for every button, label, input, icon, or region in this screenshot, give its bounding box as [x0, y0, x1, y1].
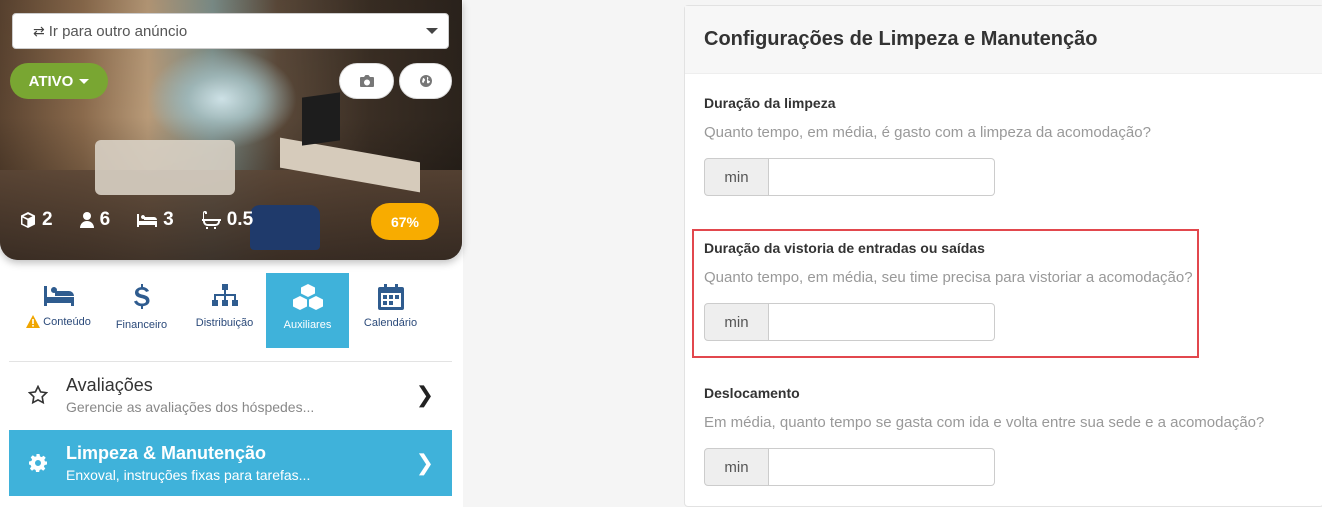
tab-conteudo[interactable]: Conteúdo [17, 273, 100, 348]
menu-item-limpeza[interactable]: Limpeza & Manutenção Enxoval, instruções… [9, 430, 452, 496]
camera-icon [359, 75, 374, 87]
input-group: min [704, 448, 995, 486]
field-help: Em média, quanto tempo se gasta com ida … [704, 414, 1265, 431]
cubes-icon [292, 284, 323, 310]
goto-listing-label: Ir para outro anúncio [48, 22, 188, 40]
cleaning-duration-input[interactable] [769, 158, 995, 196]
listing-stats: 2 6 3 0.5 [19, 209, 253, 231]
dollar-icon [133, 284, 149, 309]
tab-auxiliares[interactable]: Auxiliares [266, 273, 349, 348]
field-label: Duração da limpeza [704, 95, 836, 111]
field-help: Quanto tempo, em média, é gasto com a li… [704, 124, 1151, 141]
goto-listing-select[interactable]: ⇄ Ir para outro anúncio [12, 13, 449, 49]
input-group: min [704, 158, 995, 196]
unit-addon: min [704, 448, 769, 486]
status-label: ATIVO [28, 72, 74, 90]
menu-item-title: Avaliações [66, 375, 153, 395]
units-stat: 2 [19, 209, 53, 231]
beds-stat: 3 [136, 209, 174, 231]
status-dropdown[interactable]: ATIVO [10, 63, 108, 99]
bed-icon [43, 286, 74, 306]
user-icon [79, 212, 94, 228]
panel-title: Configurações de Limpeza e Manutenção [685, 6, 1322, 74]
tab-distribuicao[interactable]: Distribuição [183, 273, 266, 348]
caret-down-icon [79, 78, 90, 84]
bed-icon [137, 214, 158, 227]
field-label: Deslocamento [704, 385, 800, 401]
warning-icon [26, 315, 41, 328]
photos-button[interactable] [339, 63, 394, 99]
bath-icon [201, 211, 221, 229]
chevron-right-icon: ❯ [415, 382, 434, 407]
caret-down-icon [426, 28, 438, 34]
gear-icon [29, 454, 47, 472]
tab-label: Auxiliares [283, 319, 332, 331]
menu-item-avaliacoes[interactable]: Avaliações Gerencie as avaliações dos hó… [9, 362, 452, 428]
tab-label: Calendário [363, 317, 418, 329]
tab-financeiro[interactable]: Financeiro [100, 273, 183, 348]
menu-item-subtitle: Gerencie as avaliações dos hóspedes... [66, 399, 315, 415]
tab-label: Financeiro [115, 319, 168, 331]
tab-label: Conteúdo [43, 315, 91, 328]
menu-item-title: Limpeza & Manutenção [66, 443, 267, 463]
completion-badge: 67% [371, 203, 439, 240]
calendar-icon [377, 284, 404, 310]
highlight-box [692, 229, 1199, 358]
menu-item-subtitle: Enxoval, instruções fixas para tarefas..… [66, 467, 311, 483]
section-tabs: Conteúdo Financeiro Distribuição Auxilia… [0, 273, 463, 349]
tab-calendario[interactable]: Calendário [349, 273, 432, 348]
cleaning-duration-field: Duração da limpeza Quanto tempo, em médi… [704, 95, 1151, 196]
tab-label: Distribuição [195, 317, 254, 329]
location-button[interactable] [399, 63, 452, 99]
commute-field: Deslocamento Em média, quanto tempo se g… [704, 385, 1264, 486]
globe-icon [419, 75, 432, 87]
commute-duration-input[interactable] [769, 448, 995, 486]
sitemap-icon [211, 284, 238, 306]
baths-stat: 0.5 [200, 209, 253, 231]
star-icon [28, 385, 48, 405]
cube-icon [21, 212, 35, 228]
guests-stat: 6 [79, 209, 110, 231]
swap-icon: ⇄ [33, 22, 45, 39]
unit-addon: min [704, 158, 769, 196]
listing-sidebar: ⇄ Ir para outro anúncio ATIVO 2 6 3 0.5 … [0, 0, 463, 507]
chevron-right-icon: ❯ [415, 450, 434, 475]
